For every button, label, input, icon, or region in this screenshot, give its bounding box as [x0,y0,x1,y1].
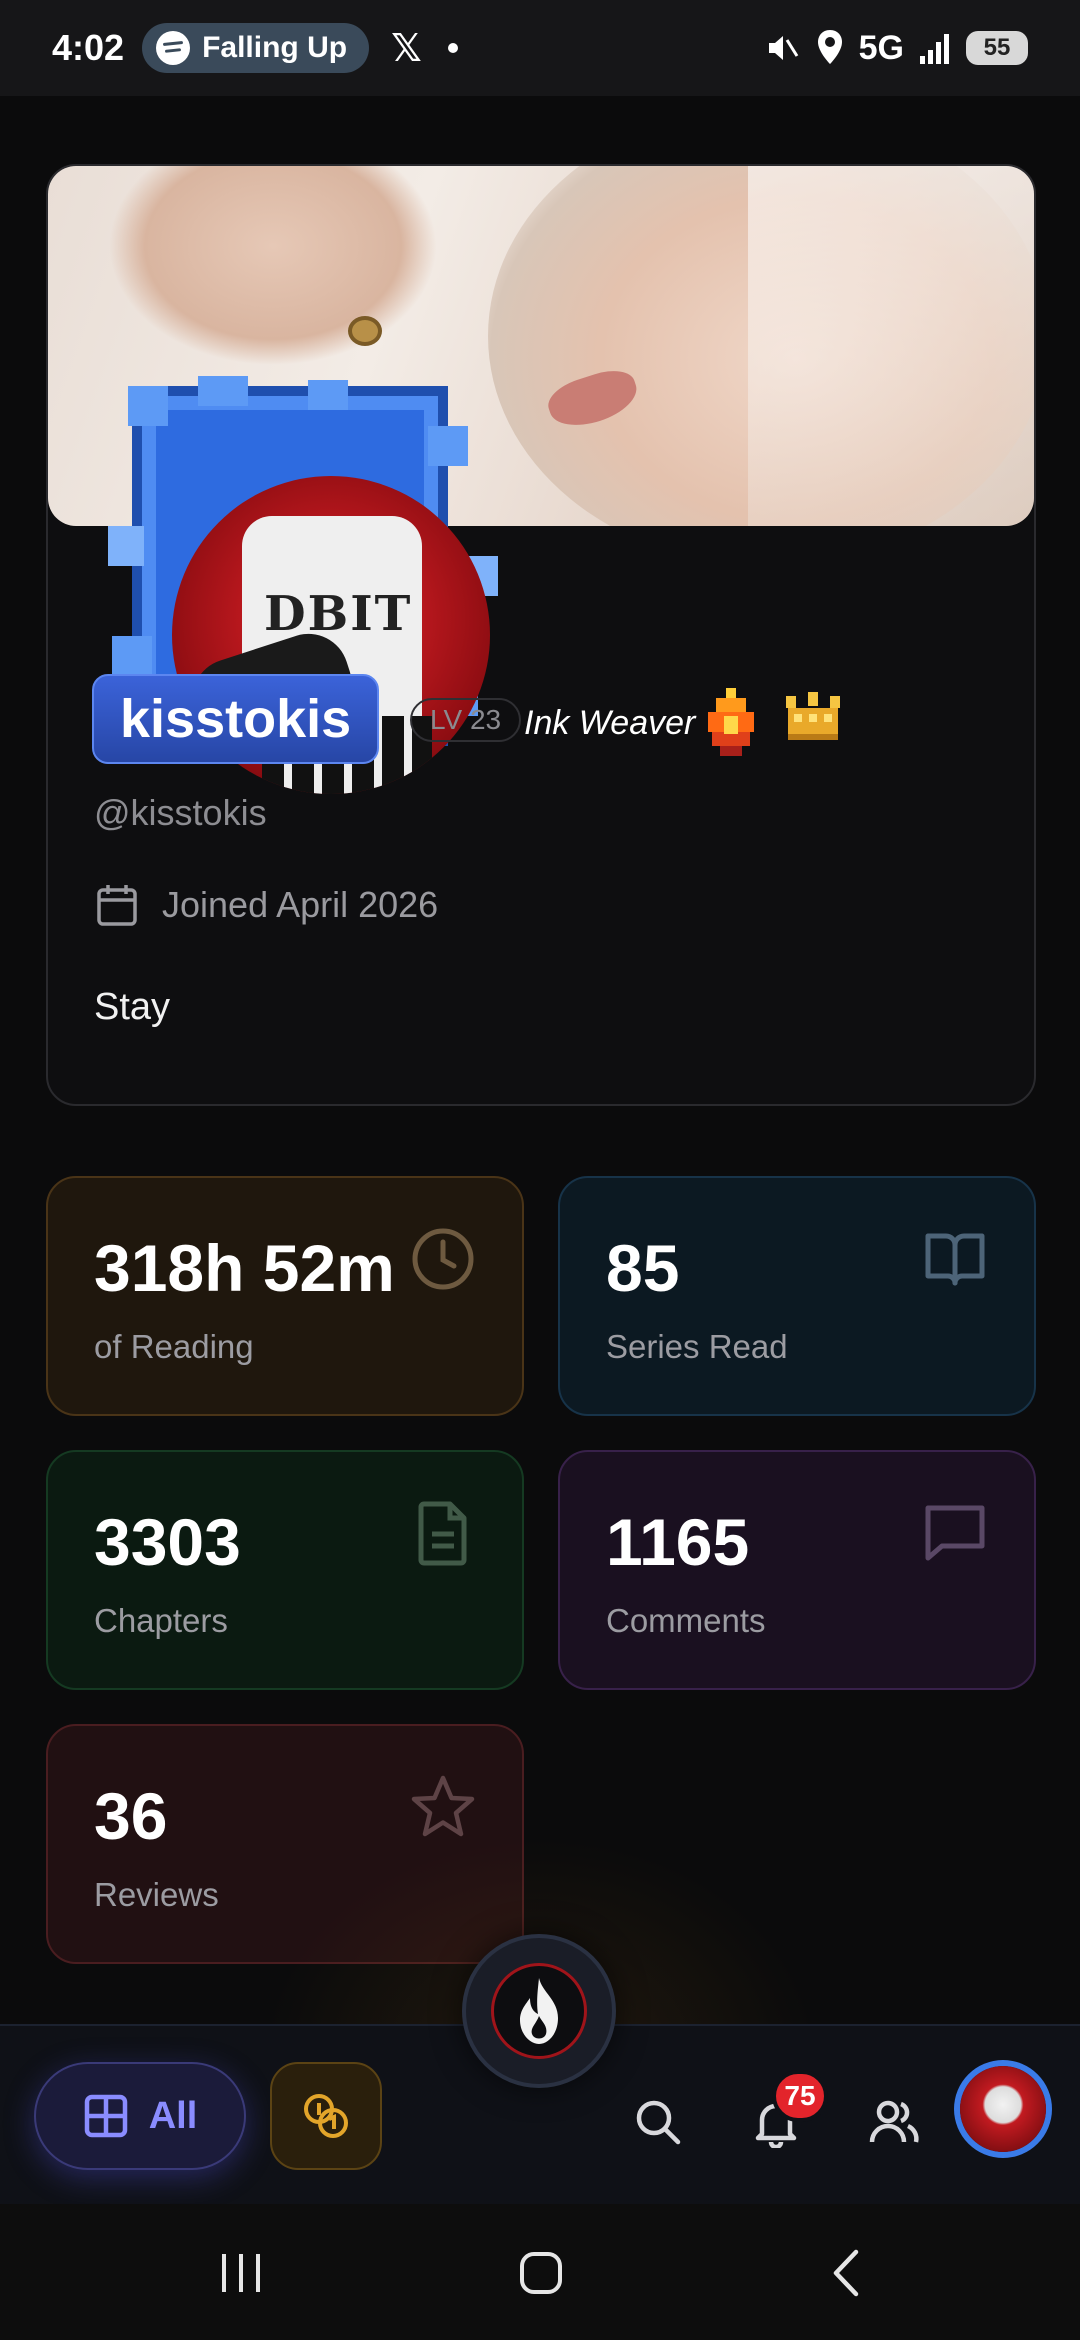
user-title: Ink Weaver [524,704,696,742]
stat-label: Comments [606,1602,766,1639]
recent-apps-icon[interactable] [216,2248,266,2298]
coins-button[interactable] [270,2062,382,2170]
grid-icon [84,2094,127,2138]
comment-icon [925,1505,985,1561]
coins-icon [304,2094,348,2138]
location-icon [817,30,842,64]
profile-card: DBIT kisstokis LV 23 Ink Weaver @kisstok… [46,164,1036,1106]
system-navigation-bar [0,2204,1080,2340]
my-profile-avatar[interactable] [960,2066,1046,2152]
joined-date-row: Joined April 2026 [94,882,438,928]
stat-label: Series Read [606,1328,788,1365]
notification-dot-icon [447,43,458,53]
crown-badge-icon [786,692,840,740]
display-name-badge: kisstokis [92,674,380,764]
signal-icon [920,34,949,64]
document-icon [418,1501,467,1566]
profile-bio: Stay [94,986,171,1028]
avatar-shirt-text: DBIT [264,586,413,642]
flame-action-button[interactable] [462,1934,616,2088]
x-app-icon: 𝕏 [391,27,422,70]
network-type: 5G [858,28,904,67]
stat-label: of Reading [94,1328,254,1365]
username-handle: @kisstokis [94,792,267,833]
mute-vibrate-icon [768,36,798,60]
friends-icon[interactable] [868,2096,920,2148]
battery-indicator: 55 [966,31,1028,65]
all-filter-button[interactable]: All [34,2062,246,2170]
back-icon[interactable] [822,2248,872,2298]
media-pill-title: Falling Up [202,31,348,64]
book-icon [925,1233,985,1286]
home-icon[interactable] [516,2248,566,2298]
joined-date-text: Joined April 2026 [162,884,439,925]
stat-card-reading-time: 318h 52m of Reading [46,1176,524,1416]
clock-icon [412,1228,474,1290]
all-filter-label: All [148,2094,198,2137]
stat-card-comments: 1165 Comments [558,1450,1036,1690]
search-icon[interactable] [632,2096,684,2148]
spotify-icon [156,31,191,65]
level-pill: LV 23 [410,698,522,742]
status-bar: 4:02 Falling Up 𝕏 5G 55 [0,0,1080,96]
calendar-icon [97,885,137,926]
stat-card-series-read: 85 Series Read [558,1176,1036,1416]
stat-card-chapters: 3303 Chapters [46,1450,524,1690]
display-name: kisstokis [120,689,352,749]
flame-icon [520,1978,558,2044]
status-time: 4:02 [52,27,125,68]
stat-label: Chapters [94,1602,228,1639]
flame-badge-icon [708,688,754,756]
media-playing-pill[interactable]: Falling Up [142,23,370,73]
notification-count-badge: 75 [772,2070,828,2122]
